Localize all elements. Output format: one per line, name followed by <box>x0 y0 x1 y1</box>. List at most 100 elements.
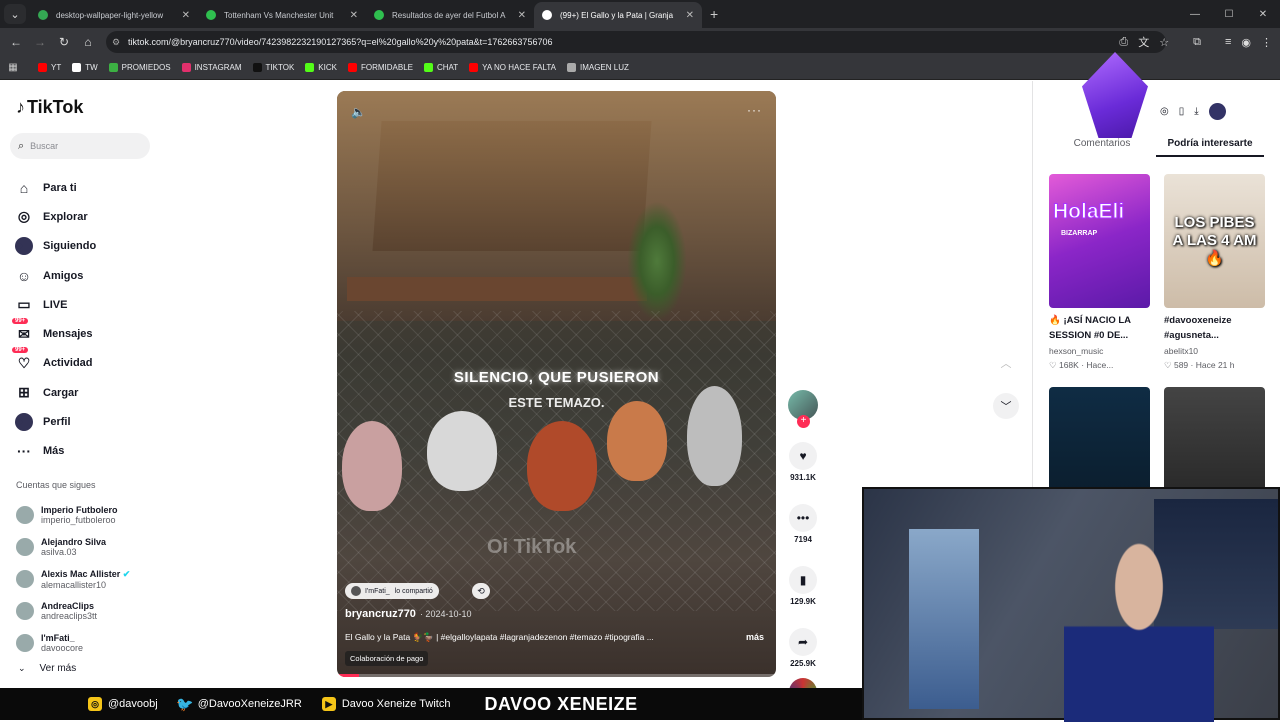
tab-title: Resultados de ayer del Futbol A <box>392 10 506 20</box>
device-icon[interactable]: ▯ <box>1179 106 1185 117</box>
bookmark-item[interactable]: FORMIDABLE <box>347 63 413 72</box>
card-title[interactable]: #davooxeneize #agusneta... <box>1164 313 1265 343</box>
follow-plus-icon[interactable]: + <box>797 415 810 428</box>
close-window-icon[interactable]: ✕ <box>1246 9 1280 20</box>
video-actions: + ♥ 931.1K ••• 7194 ▮ 129.9K ➦ 225.9K <box>787 390 819 706</box>
save-button[interactable]: ▮ <box>789 566 817 594</box>
video-plant <box>627 201 687 321</box>
tab-close-icon[interactable]: ✕ <box>686 10 694 21</box>
bookmark-item[interactable]: IMAGEN LUZ <box>566 63 629 72</box>
tab-close-icon[interactable]: ✕ <box>182 10 190 21</box>
bookmark-item[interactable]: TIKTOK <box>252 63 294 72</box>
nav-item[interactable]: ⊞ Cargar <box>14 378 96 407</box>
browser-tab[interactable]: (99+) El Gallo y la Pata | Granja ✕ <box>534 2 702 28</box>
bookmark-label: IMAGEN LUZ <box>579 63 629 72</box>
nav-item[interactable]: ● Perfil <box>14 407 96 436</box>
bookmark-item[interactable]: PROMIEDOS <box>108 63 171 72</box>
author-name[interactable]: bryancruz770 <box>345 608 416 620</box>
nav-item[interactable]: ☺ Amigos <box>14 261 96 290</box>
card-user[interactable]: abelitx10 <box>1164 346 1265 356</box>
recommended-card[interactable]: HolaEli BIZARRAP 🔥 ¡ASÍ NACIO LA SESSION… <box>1049 174 1150 371</box>
comment-button[interactable]: ••• <box>789 504 817 532</box>
tab-search-icon[interactable]: ⌄ <box>4 4 26 24</box>
card-user[interactable]: hexson_music <box>1049 346 1150 356</box>
video-hen <box>607 401 667 481</box>
home-browser-icon[interactable]: ⌂ <box>76 35 100 49</box>
user-avatar[interactable] <box>1208 103 1226 120</box>
tiktok-logo[interactable]: ♪ TikTok <box>16 97 83 118</box>
minimize-icon[interactable]: — <box>1178 9 1212 20</box>
video-progress-bar[interactable] <box>337 674 776 677</box>
compass-small-icon[interactable]: ◎ <box>1160 106 1169 117</box>
bookmark-star-icon[interactable]: ☆ <box>1159 36 1169 49</box>
tab-close-icon[interactable]: ✕ <box>350 10 358 21</box>
repost-icon[interactable]: ⟲ <box>472 583 490 599</box>
nav-item[interactable]: ♡ 99+ Actividad <box>12 347 96 378</box>
share-button[interactable]: ➦ <box>789 628 817 656</box>
bookmark-item[interactable]: YT <box>38 63 61 72</box>
install-icon[interactable]: ⎙ <box>1119 36 1128 49</box>
following-item[interactable]: AndreaClips andreaclips3tt <box>16 595 130 627</box>
forward-icon[interactable]: → <box>28 35 52 49</box>
following-avatar <box>16 634 34 652</box>
nav-glyph: ♡ <box>17 354 31 371</box>
previous-video-button[interactable]: ︿ <box>993 350 1019 376</box>
menu-icon[interactable]: ⋮ <box>1261 36 1272 49</box>
nav-item[interactable]: ● Siguiendo <box>14 232 96 261</box>
url-field[interactable]: ⚙ tiktok.com/@bryancruz770/video/7423982… <box>106 31 1166 53</box>
tab-comentarios[interactable]: Comentarios <box>1048 138 1156 157</box>
tab-podria-interesarte[interactable]: Podría interesarte <box>1156 138 1264 157</box>
reload-icon[interactable]: ↻ <box>52 35 76 49</box>
bookmark-item[interactable]: KICK <box>305 63 337 72</box>
nav-item[interactable]: ◎ Explorar <box>14 202 96 231</box>
browser-tab[interactable]: desktop-wallpaper-light-yellow ✕ <box>30 2 198 28</box>
bookmark-favicon-icon <box>181 63 191 72</box>
search-input[interactable]: ⌕ Buscar <box>10 133 150 159</box>
back-icon[interactable]: ← <box>4 35 28 49</box>
video-hen <box>342 421 402 511</box>
profile-icon[interactable]: ◉ <box>1241 36 1251 49</box>
volume-icon[interactable]: 🔈 <box>351 105 366 119</box>
media-icon[interactable]: ≡ <box>1225 36 1231 48</box>
card-thumbnail[interactable]: LOS PIBES A LAS 4 AM 🔥 <box>1164 174 1265 308</box>
nav-item[interactable]: ▭ LIVE <box>14 290 96 319</box>
tab-favicon-icon <box>542 10 552 20</box>
nav-item[interactable]: ··· Más <box>14 437 96 466</box>
video-player[interactable]: SILENCIO, QUE PUSIERON ESTE TEMAZO. Oi T… <box>337 91 776 677</box>
recommended-card[interactable]: LOS PIBES A LAS 4 AM 🔥 #davooxeneize #ag… <box>1164 174 1265 371</box>
bookmark-item[interactable]: INSTAGRAM <box>181 63 242 72</box>
browser-tab[interactable]: Resultados de ayer del Futbol A ✕ <box>366 2 534 28</box>
maximize-icon[interactable]: ☐ <box>1212 9 1246 20</box>
following-item[interactable]: I'mFati_ davoocore <box>16 627 130 659</box>
following-item[interactable]: Alexis Mac Allister ✔ alemacallister10 <box>16 563 130 595</box>
video-options-icon[interactable]: ··· <box>747 103 762 117</box>
extensions-icon[interactable]: ⧉ <box>1193 36 1201 49</box>
like-button[interactable]: ♥ <box>789 442 817 470</box>
shared-by-pill[interactable]: I'mFati_ lo compartió <box>345 583 439 599</box>
following-item[interactable]: Alejandro Silva asilva.03 <box>16 531 130 563</box>
more-description-button[interactable]: más <box>746 632 764 642</box>
author-avatar[interactable]: + <box>788 390 818 428</box>
translate-icon[interactable]: 文 <box>1138 34 1149 50</box>
nav-item[interactable]: ⌂ Para ti <box>14 173 96 202</box>
nav-label: Cargar <box>43 386 79 399</box>
bookmark-item[interactable]: YA NO HACE FALTA <box>469 63 556 72</box>
new-tab-button[interactable]: + <box>710 6 718 22</box>
verified-icon: ✔ <box>122 568 131 579</box>
next-video-button[interactable]: ﹀ <box>993 393 1019 419</box>
card-title[interactable]: 🔥 ¡ASÍ NACIO LA SESSION #0 DE... <box>1049 313 1150 343</box>
bookmark-item[interactable]: TW <box>72 63 98 72</box>
ver-mas-button[interactable]: ⌄ Ver más <box>18 663 76 674</box>
site-info-icon[interactable]: ⚙ <box>112 37 120 48</box>
tab-close-icon[interactable]: ✕ <box>518 10 526 21</box>
following-item[interactable]: Imperio Futbolero imperio_futboleroo <box>16 499 130 531</box>
nav-item[interactable]: ✉ 99+ Mensajes <box>12 318 96 348</box>
apps-grid-icon[interactable]: ▦ <box>0 62 26 73</box>
video-author[interactable]: bryancruz770 · 2024-10-10 <box>345 608 471 620</box>
browser-tab[interactable]: Tottenham Vs Manchester Unit ✕ <box>198 2 366 28</box>
bookmark-item[interactable]: CHAT <box>423 63 458 72</box>
card-thumbnail[interactable]: HolaEli BIZARRAP <box>1049 174 1150 308</box>
tab-favicon-icon <box>38 10 48 20</box>
download-icon[interactable]: ⤓ <box>1194 106 1198 117</box>
nav-label: Mensajes <box>43 328 93 341</box>
